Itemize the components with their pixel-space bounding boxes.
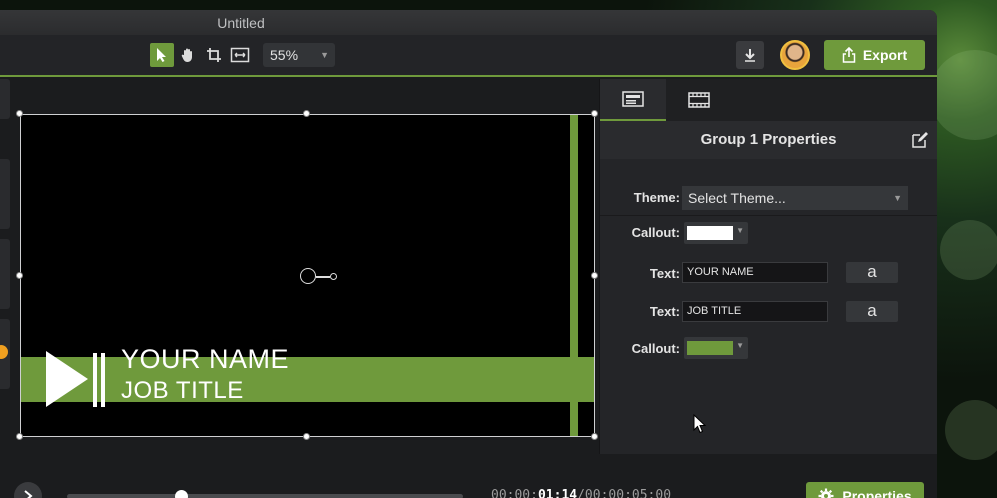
- sidebar-tab[interactable]: [0, 159, 10, 229]
- properties-button[interactable]: Properties: [806, 482, 924, 498]
- panel-title: Group 1 Properties: [600, 121, 937, 159]
- zoom-dropdown[interactable]: 55% ▼: [263, 43, 335, 67]
- timeline-scrubber[interactable]: [67, 490, 463, 498]
- timecode-prefix: 00:00:: [491, 488, 538, 498]
- panel-title-text: Group 1 Properties: [700, 131, 837, 148]
- timeline-bar: 00:00:01;14/00:00:05;00 Properties: [0, 454, 937, 498]
- fit-frame-icon[interactable]: [228, 43, 252, 67]
- resize-handle[interactable]: [591, 110, 598, 117]
- zoom-value: 55%: [270, 47, 299, 63]
- color-swatch-white: [687, 226, 733, 240]
- hand-pan-icon[interactable]: [176, 43, 200, 67]
- resize-handle[interactable]: [16, 272, 23, 279]
- sidebar-tab[interactable]: [0, 239, 10, 309]
- annotations-tab-icon[interactable]: [600, 79, 666, 121]
- mouse-cursor-icon: [693, 414, 707, 434]
- bokeh-light: [930, 50, 997, 140]
- resize-handle[interactable]: [16, 110, 23, 117]
- callout-color-picker[interactable]: ▼: [684, 222, 748, 244]
- left-sidebar-edge: [0, 79, 12, 454]
- font-style-button[interactable]: a: [846, 301, 898, 322]
- font-style-button[interactable]: a: [846, 262, 898, 283]
- resize-handle[interactable]: [16, 433, 23, 440]
- timecode: 00:00:01;14/00:00:05;00: [491, 488, 671, 498]
- properties-label: Properties: [842, 488, 912, 498]
- timecode-current: 01;14: [537, 488, 578, 498]
- theme-select[interactable]: Select Theme... ▼: [682, 186, 908, 210]
- rotate-handle[interactable]: [300, 268, 316, 284]
- callout-label: Callout:: [631, 225, 680, 240]
- media-tab-icon[interactable]: [666, 79, 732, 121]
- resize-handle[interactable]: [303, 110, 310, 117]
- bokeh-light: [940, 220, 997, 280]
- chevron-down-icon: ▼: [736, 226, 744, 235]
- resize-handle[interactable]: [591, 433, 598, 440]
- gear-icon: [818, 488, 834, 498]
- rotate-handle-arm: [316, 276, 330, 278]
- theme-label: Theme:: [633, 190, 680, 205]
- edit-tools: [150, 43, 252, 67]
- timecode-total: /00:00:05;00: [577, 488, 672, 498]
- text-label: Text:: [649, 266, 680, 281]
- callout-color-picker[interactable]: ▼: [684, 337, 748, 359]
- chevron-down-icon: ▼: [320, 50, 329, 60]
- play-icon: [46, 351, 105, 407]
- theme-select-value: Select Theme...: [688, 190, 786, 206]
- video-preview[interactable]: YOUR NAME JOB TITLE: [20, 114, 595, 437]
- share-export-icon: [842, 47, 856, 63]
- text-field-job-title[interactable]: JOB TITLE: [682, 301, 828, 322]
- color-swatch-green: [687, 341, 733, 355]
- text-field-name[interactable]: YOUR NAME: [682, 262, 828, 283]
- crop-icon[interactable]: [202, 43, 226, 67]
- sidebar-tab[interactable]: [0, 79, 10, 119]
- app-window: Untitled 55% ▼ Export YOUR NAME JOB TITL…: [0, 10, 937, 498]
- edit-pencil-icon[interactable]: [911, 131, 929, 149]
- resize-handle[interactable]: [303, 433, 310, 440]
- lower-third-job-title[interactable]: JOB TITLE: [121, 377, 244, 405]
- toolbar: 55% ▼ Export: [0, 35, 937, 77]
- properties-panel: Group 1 Properties Theme: Select Theme..…: [599, 79, 937, 454]
- text-label: Text:: [649, 304, 680, 319]
- divider: [600, 215, 937, 216]
- rotate-handle-dot[interactable]: [330, 273, 337, 280]
- chevron-down-icon: ▼: [736, 341, 744, 350]
- window-title: Untitled: [217, 15, 265, 31]
- callout-label: Callout:: [631, 341, 680, 356]
- download-button[interactable]: [736, 41, 764, 69]
- export-label: Export: [862, 47, 908, 63]
- chevron-down-icon: ▼: [893, 193, 902, 203]
- avatar[interactable]: [780, 40, 810, 70]
- panel-tabs: [600, 79, 937, 121]
- select-arrow-icon[interactable]: [150, 43, 174, 67]
- playhead-knob[interactable]: [175, 490, 189, 498]
- resize-handle[interactable]: [591, 272, 598, 279]
- export-button[interactable]: Export: [824, 40, 925, 70]
- download-arrow-icon: [745, 49, 755, 62]
- canvas-area: YOUR NAME JOB TITLE: [0, 79, 599, 454]
- bokeh-light: [945, 400, 997, 460]
- title-bar: Untitled: [0, 10, 937, 35]
- next-frame-button[interactable]: [14, 482, 42, 498]
- chevron-right-icon: [24, 490, 33, 498]
- lower-third-name[interactable]: YOUR NAME: [121, 344, 289, 375]
